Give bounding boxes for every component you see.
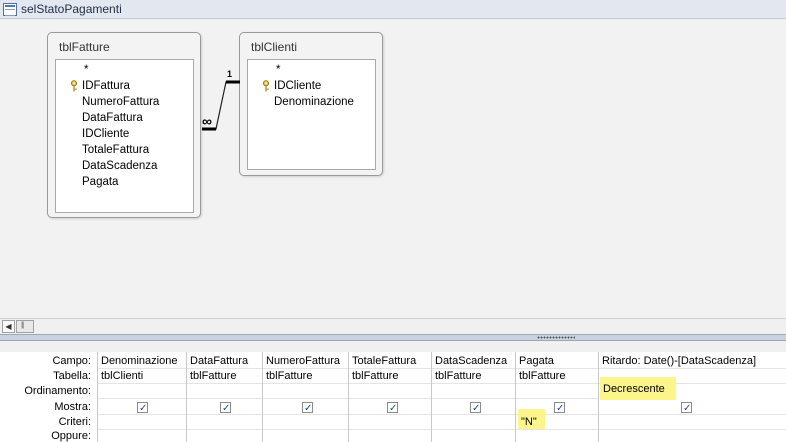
row-label-mostra: Mostra: <box>54 401 91 413</box>
campo-cell[interactable]: DataFattura <box>187 354 262 369</box>
field-all[interactable]: * <box>56 62 193 78</box>
criteri-cell[interactable] <box>98 415 186 430</box>
tabella-cell[interactable]: tblClienti <box>98 369 186 384</box>
tabella-cell[interactable]: tblFatture <box>349 369 431 384</box>
show-checkbox[interactable] <box>470 401 481 414</box>
primary-key-icon <box>263 80 269 92</box>
query-title-bar: selStatoPagamenti <box>0 0 786 19</box>
campo-cell[interactable]: Denominazione <box>98 354 186 369</box>
ordinamento-cell[interactable] <box>98 384 186 399</box>
field-numerofattura[interactable]: NumeroFattura <box>56 94 193 110</box>
criteri-cell[interactable]: "N" <box>516 415 598 430</box>
show-checkbox[interactable] <box>220 401 231 414</box>
campo-cell[interactable]: Ritardo: Date()-[DataScadenza] <box>599 354 786 369</box>
oppure-cell[interactable] <box>349 430 431 442</box>
mostra-cell[interactable] <box>599 400 786 415</box>
criteri-cell[interactable] <box>349 415 431 430</box>
criteri-cell[interactable] <box>263 415 348 430</box>
grid-column-pagata[interactable]: Pagata tblFatture "N" <box>515 352 598 442</box>
campo-cell[interactable]: NumeroFattura <box>263 354 348 369</box>
oppure-cell[interactable] <box>432 430 515 442</box>
show-checkbox[interactable] <box>554 401 565 414</box>
ordinamento-cell[interactable] <box>432 384 515 399</box>
field-list[interactable]: * IDFattura NumeroFattura DataFattura ID… <box>55 59 194 213</box>
query-design-pane[interactable]: tblFatture * IDFattura NumeroFattura Dat… <box>0 20 786 318</box>
table-box-tblclienti[interactable]: tblClienti * IDCliente Denominazione <box>239 32 383 176</box>
grid-column-datascadenza[interactable]: DataScadenza tblFatture <box>431 352 515 442</box>
table-title[interactable]: tblClienti <box>251 40 297 54</box>
design-hscrollbar[interactable]: ◀ <box>0 318 786 334</box>
tabella-cell[interactable]: tblFatture <box>187 369 262 384</box>
mostra-cell[interactable] <box>432 400 515 415</box>
field-idcliente[interactable]: IDCliente <box>248 78 375 94</box>
oppure-cell[interactable] <box>98 430 186 442</box>
ordinamento-cell[interactable] <box>349 384 431 399</box>
campo-cell[interactable]: DataScadenza <box>432 354 515 369</box>
field-denominazione[interactable]: Denominazione <box>248 94 375 110</box>
campo-cell[interactable]: TotaleFattura <box>349 354 431 369</box>
oppure-cell[interactable] <box>187 430 262 442</box>
relationship-many-label: ∞ <box>202 113 212 129</box>
scroll-left-button[interactable]: ◀ <box>2 320 15 333</box>
campo-cell[interactable]: Pagata <box>516 354 598 369</box>
field-datascadenza[interactable]: DataScadenza <box>56 158 193 174</box>
show-checkbox[interactable] <box>387 401 398 414</box>
ordinamento-cell[interactable] <box>263 384 348 399</box>
show-checkbox[interactable] <box>302 401 313 414</box>
query-title: selStatoPagamenti <box>21 2 122 16</box>
tabella-cell[interactable]: tblFatture <box>432 369 515 384</box>
field-idcliente[interactable]: IDCliente <box>56 126 193 142</box>
grid-column-ritardo[interactable]: Ritardo: Date()-[DataScadenza] Decrescen… <box>598 352 786 442</box>
grid-header-strip <box>0 341 786 352</box>
query-icon <box>3 2 17 16</box>
criteri-cell[interactable] <box>599 415 786 430</box>
grid-column-numerofattura[interactable]: NumeroFattura tblFatture <box>262 352 348 442</box>
criteri-cell[interactable] <box>432 415 515 430</box>
mostra-cell[interactable] <box>98 400 186 415</box>
mostra-cell[interactable] <box>187 400 262 415</box>
show-checkbox[interactable] <box>681 401 692 414</box>
primary-key-icon <box>71 80 77 92</box>
mostra-cell[interactable] <box>349 400 431 415</box>
field-datafattura[interactable]: DataFattura <box>56 110 193 126</box>
row-label-criteri: Criteri: <box>58 416 91 428</box>
grid-column-denominazione[interactable]: Denominazione tblClienti <box>97 352 186 442</box>
show-checkbox[interactable] <box>137 401 148 414</box>
scroll-thumb[interactable] <box>16 320 34 333</box>
table-box-tblfatture[interactable]: tblFatture * IDFattura NumeroFattura Dat… <box>47 32 201 218</box>
oppure-cell[interactable] <box>263 430 348 442</box>
tabella-cell[interactable]: tblFatture <box>516 369 598 384</box>
splitter-grip-icon[interactable] <box>537 336 575 339</box>
field-totalefattura[interactable]: TotaleFattura <box>56 142 193 158</box>
ordinamento-cell[interactable] <box>516 384 598 399</box>
field-idfattura[interactable]: IDFattura <box>56 78 193 94</box>
criteri-cell[interactable] <box>187 415 262 430</box>
oppure-cell[interactable] <box>516 430 598 442</box>
query-grid[interactable]: Campo: Tabella: Ordinamento: Mostra: Cri… <box>0 341 786 442</box>
field-all[interactable]: * <box>248 62 375 78</box>
field-list[interactable]: * IDCliente Denominazione <box>247 59 376 170</box>
row-label-ordinamento: Ordinamento: <box>24 385 91 397</box>
pane-splitter[interactable] <box>0 334 786 341</box>
table-title[interactable]: tblFatture <box>59 40 110 54</box>
grid-column-datafattura[interactable]: DataFattura tblFatture <box>186 352 262 442</box>
oppure-cell[interactable] <box>599 430 786 442</box>
field-pagata[interactable]: Pagata <box>56 174 193 190</box>
ordinamento-cell[interactable] <box>187 384 262 399</box>
row-label-tabella: Tabella: <box>53 370 91 382</box>
ordinamento-cell[interactable]: Decrescente <box>599 382 786 397</box>
grid-column-totalefattura[interactable]: TotaleFattura tblFatture <box>348 352 431 442</box>
mostra-cell[interactable] <box>263 400 348 415</box>
row-label-campo: Campo: <box>52 355 91 367</box>
tabella-cell[interactable]: tblFatture <box>263 369 348 384</box>
relationship-one-label: 1 <box>227 69 233 79</box>
row-label-oppure: Oppure: <box>51 430 91 442</box>
